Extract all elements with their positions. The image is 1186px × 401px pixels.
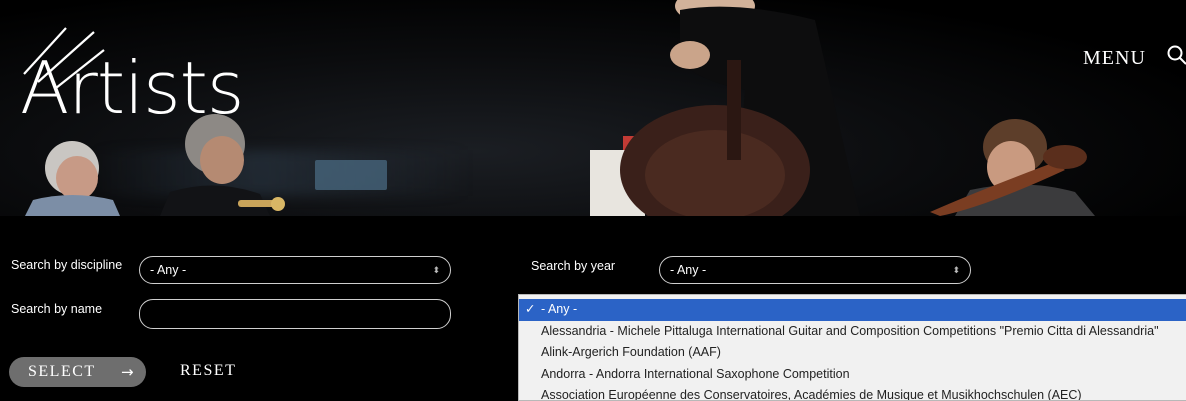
- select-button-label: SELECT: [28, 363, 96, 380]
- year-select[interactable]: - Any - ⬍: [659, 256, 971, 284]
- musician-violin-photo: [930, 119, 1095, 216]
- select-arrows-icon: ⬍: [952, 265, 960, 275]
- arrow-right-icon: →: [121, 363, 136, 381]
- reset-button[interactable]: RESET: [180, 362, 236, 380]
- menu-button[interactable]: MENU: [1083, 47, 1146, 70]
- discipline-select-value: - Any -: [150, 263, 187, 277]
- select-button[interactable]: SELECT →: [9, 357, 146, 387]
- name-input[interactable]: [139, 299, 451, 329]
- checkmark-icon: ✓: [525, 302, 536, 316]
- dropdown-option-any[interactable]: ✓ - Any -: [519, 299, 1186, 321]
- discipline-label: Search by discipline: [11, 258, 123, 272]
- year-dropdown-list[interactable]: ✓ - Any - Alessandria - Michele Pittaluga…: [518, 294, 1186, 401]
- musician-bass-photo: [590, 0, 860, 216]
- dropdown-option[interactable]: Alink-Argerich Foundation (AAF): [519, 342, 1186, 364]
- hero-banner: Artists MENU: [0, 0, 1186, 216]
- search-icon[interactable]: [1166, 44, 1186, 66]
- dropdown-option[interactable]: Alessandria - Michele Pittaluga Internat…: [519, 321, 1186, 343]
- year-label: Search by year: [531, 259, 616, 273]
- background-screen: [315, 160, 387, 190]
- page-title: Artists: [20, 46, 244, 130]
- name-label: Search by name: [11, 302, 103, 316]
- dropdown-option[interactable]: Andorra - Andorra International Saxophon…: [519, 364, 1186, 386]
- year-select-value: - Any -: [670, 263, 707, 277]
- discipline-select[interactable]: - Any - ⬍: [139, 256, 451, 284]
- select-arrows-icon: ⬍: [432, 265, 440, 275]
- musician-left-photo: [25, 141, 120, 216]
- dropdown-option[interactable]: Association Européenne des Conservatoire…: [519, 385, 1186, 400]
